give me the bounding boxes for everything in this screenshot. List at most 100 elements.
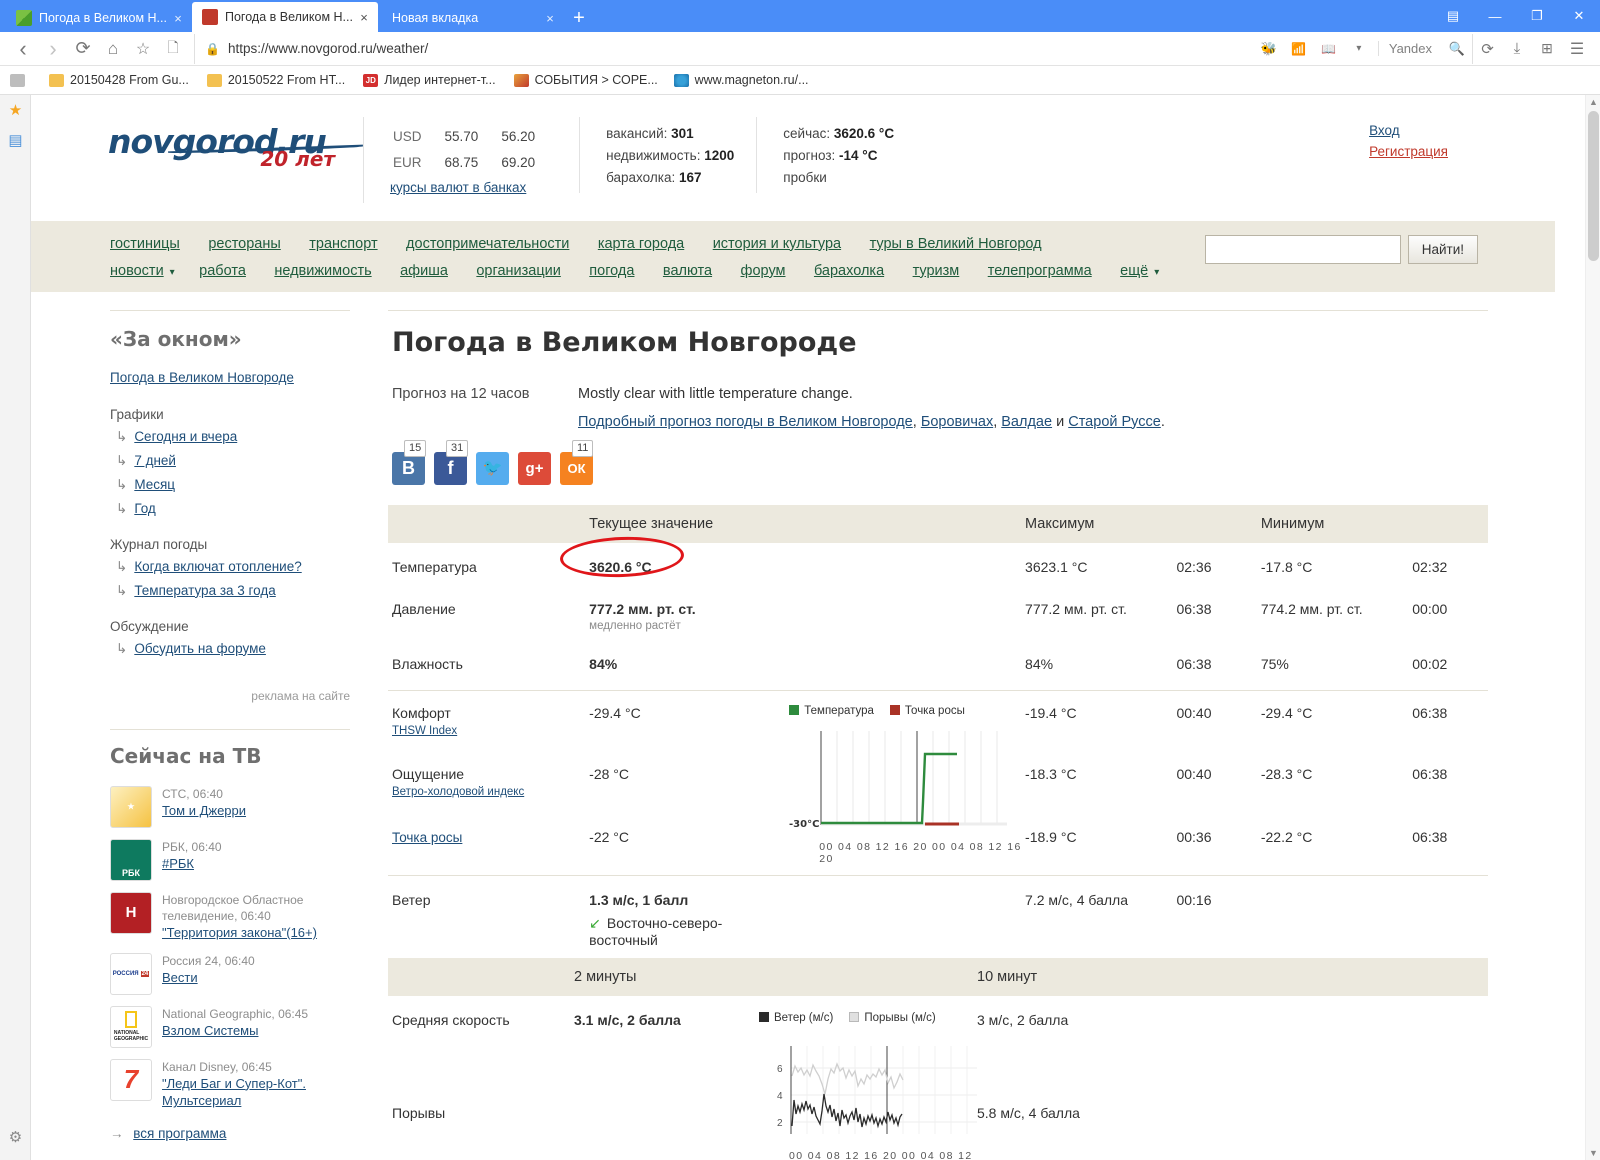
site-logo[interactable]: novgorod.ru 20 лет [98,117,363,171]
reload-icon[interactable]: ⟳ [68,34,98,64]
scroll-up-arrow-icon[interactable]: ▲ [1586,97,1600,107]
counter-vacancies[interactable]: вакансий: 301 [606,123,734,145]
nav-link-restaurants[interactable]: рестораны [208,236,280,252]
list-item[interactable]: РОССИЯ 24 Россия 24, 06:40 Вести [110,952,350,995]
nav-link-forum[interactable]: форум [741,263,786,279]
rail-reading-list-icon[interactable]: ▤ [0,125,31,155]
bookmark-star-icon[interactable]: ☆ [128,34,158,64]
thsw-index-link[interactable]: THSW Index [392,725,457,737]
all-programs-link[interactable]: вся программа [133,1126,226,1141]
list-item[interactable]: 7 Канал Disney, 06:45 "Леди Баг и Супер-… [110,1058,350,1110]
nav-link-currency[interactable]: валюта [663,263,712,279]
counter-fleamarket[interactable]: барахолка: 167 [606,167,734,189]
bookmarks-sidebar-toggle[interactable] [8,73,40,87]
sidebar-item-label[interactable]: Месяц [134,477,175,492]
detail-forecast-link-staraya-russa[interactable]: Старой Руссе [1068,414,1161,430]
sidebar-main-link[interactable]: Погода в Великом Новгороде [110,370,294,385]
reader-mode-icon[interactable]: 🗋 [158,34,188,64]
counter-realestate[interactable]: недвижимость: 1200 [606,145,734,167]
search-icon[interactable]: 🔍 [1442,34,1472,64]
list-item[interactable]: РБК РБК, 06:40 #РБК [110,838,350,881]
tab-close-icon[interactable]: × [542,11,558,26]
sidebar-item-label[interactable]: Температура за 3 года [134,583,275,598]
sidebar-item-forum[interactable]: ↳ Обсудить на форуме [116,641,350,657]
chevron-down-icon[interactable]: ▾ [170,267,175,278]
tv-program-link[interactable]: Вести [162,970,198,985]
sidebar-item-today[interactable]: ↳ Сегодня и вчера [116,429,350,445]
all-programs-row[interactable]: → вся программа [110,1126,350,1141]
sidebar-item-7days[interactable]: ↳ 7 дней [116,453,350,469]
currency-rates-link[interactable]: курсы валют в банках [390,180,526,195]
rss-icon[interactable]: 📶 [1284,34,1314,64]
nav-link-citymap[interactable]: карта города [598,236,684,252]
bee-icon[interactable]: 🐝 [1254,34,1284,64]
nav-link-tours[interactable]: туры в Великий Новгород [870,236,1042,252]
nav-link-afisha[interactable]: афиша [400,263,448,279]
menu-hamburger-icon[interactable]: ☰ [1562,34,1592,64]
turbo-icon[interactable]: ⟳ [1472,33,1502,64]
nav-link-organizations[interactable]: организации [476,263,561,279]
nav-link-fleamarket[interactable]: барахолка [814,263,884,279]
detail-forecast-link-borovichi[interactable]: Боровичах [921,414,993,430]
list-item[interactable]: Н Новгородское Областное телевидение, 06… [110,891,350,942]
search-input[interactable] [1204,234,1401,264]
downloads-icon[interactable]: ⤓ [1502,34,1532,64]
register-link[interactable]: Регистрация [1369,144,1448,159]
home-icon[interactable]: ⌂ [98,34,128,64]
nav-link-realestate[interactable]: недвижимость [274,263,371,279]
detail-forecast-link-novgorod[interactable]: Подробный прогноз погоды в Великом Новго… [578,414,913,430]
sidebar-item-heating[interactable]: ↳ Когда включат отопление? [116,559,350,575]
search-engine-label[interactable]: Yandex [1377,41,1442,56]
tv-program-link[interactable]: "Леди Баг и Супер-Кот". Мультсериал [162,1076,306,1109]
share-googleplus-button[interactable]: g+ [518,451,551,485]
share-twitter-button[interactable]: 🐦 [476,451,509,485]
nav-link-sights[interactable]: достопримечательности [406,236,569,252]
window-layout-icon[interactable]: ▤ [1432,0,1474,32]
sidebar-item-year[interactable]: ↳ Год [116,501,350,517]
tv-program-link[interactable]: #РБК [162,856,194,871]
sidebar-item-temp3years[interactable]: ↳ Температура за 3 года [116,583,350,599]
chevron-down-icon[interactable]: ▾ [1154,267,1159,278]
window-minimize-icon[interactable]: — [1474,0,1516,32]
sidebar-item-month[interactable]: ↳ Месяц [116,477,350,493]
nav-link-hotels[interactable]: гостиницы [110,236,180,252]
list-item[interactable]: NATIONAL GEOGRAPHIC National Geographic, … [110,1005,350,1048]
dewpoint-link[interactable]: Точка росы [392,830,462,845]
list-item[interactable]: ★ СТС, 06:40 Том и Джерри [110,785,350,828]
tab-close-icon[interactable]: × [356,10,372,25]
tv-program-link[interactable]: Взлом Системы [162,1023,258,1038]
nav-link-tourism[interactable]: туризм [913,263,960,279]
bookmark-item[interactable]: JD Лидер интернет-т... [354,73,504,87]
ad-label[interactable]: реклама на сайте [110,689,350,703]
login-link[interactable]: Вход [1369,123,1448,138]
nav-link-more[interactable]: ещё [1120,263,1148,279]
bookmark-item[interactable]: www.magneton.ru/... [665,73,818,87]
back-icon[interactable]: ‹ [8,34,38,64]
sidebar-item-label[interactable]: Год [134,501,156,516]
tv-program-link[interactable]: "Территория закона"(16+) [162,925,317,940]
nav-link-transport[interactable]: транспорт [309,236,377,252]
rail-settings-gear-icon[interactable]: ⚙ [0,1122,31,1152]
apps-grid-icon[interactable]: ⊞ [1532,34,1562,64]
forward-icon[interactable]: › [38,34,68,64]
scroll-down-arrow-icon[interactable]: ▼ [1586,1148,1600,1158]
nav-link-jobs[interactable]: работа [199,263,246,279]
page-scrollbar[interactable]: ▲ ▼ [1585,95,1600,1160]
detail-forecast-link-valday[interactable]: Валдае [1001,414,1052,430]
rail-bookmarks-icon[interactable]: ★ [0,95,31,125]
book-icon[interactable]: 📖 [1314,34,1344,64]
browser-tab-1[interactable]: Погода в Великом Н... × [6,4,192,32]
window-maximize-icon[interactable]: ❐ [1516,0,1558,32]
new-tab-button[interactable]: + [564,4,594,32]
browser-tab-3[interactable]: Новая вкладка × [378,4,564,32]
address-bar[interactable]: 🔒 https://www.novgorod.ru/weather/ [194,33,1248,64]
sidebar-item-label[interactable]: 7 дней [134,453,176,468]
nav-link-tvguide[interactable]: телепрограмма [988,263,1092,279]
share-vk-button[interactable]: В 15 [392,439,427,485]
chevron-down-icon[interactable]: ▾ [1344,34,1374,64]
wind-chill-index-link[interactable]: Ветро-холодовой индекс [392,786,524,798]
browser-tab-2-active[interactable]: Погода в Великом Н... × [192,2,378,32]
nav-link-weather[interactable]: погода [589,263,634,279]
window-close-icon[interactable]: ✕ [1558,0,1600,32]
weather-forecast[interactable]: прогноз: -14 °C [783,145,894,167]
